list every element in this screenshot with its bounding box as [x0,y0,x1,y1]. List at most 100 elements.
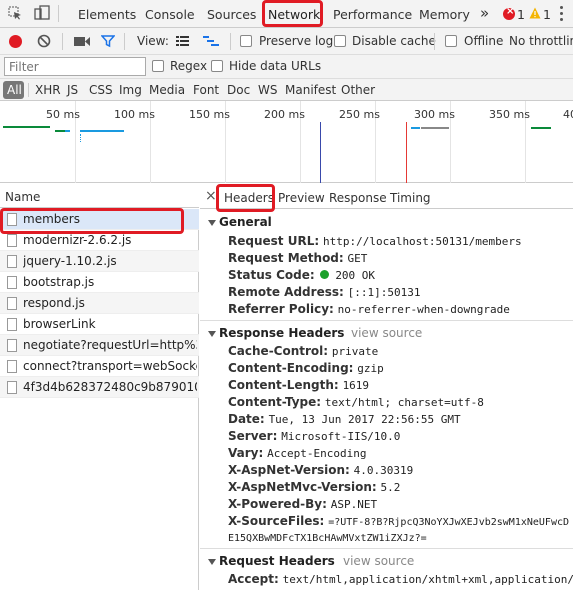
status-ok-icon [320,270,330,279]
file-icon [7,339,17,352]
timeline-request-bar [80,134,81,142]
tab-response[interactable]: Response [329,191,387,205]
timeline-overview[interactable]: 50 ms 100 ms 150 ms 200 ms 250 ms 300 ms… [0,101,573,183]
type-js[interactable]: JS [67,83,78,97]
regex-checkbox[interactable] [152,60,164,72]
view-source-link[interactable]: view source [343,554,414,568]
view-source-link[interactable]: view source [351,326,422,340]
timeline-tick-label: 350 ms [489,108,530,121]
large-rows-icon[interactable] [176,36,189,50]
toolbar-divider [434,33,435,50]
toolbar-divider [58,5,59,22]
response-header-row: Content-Encoding: gzip [228,361,384,375]
request-row[interactable]: respond.js [0,293,199,314]
kebab-menu-icon[interactable] [560,6,564,22]
clear-icon[interactable] [37,34,51,51]
request-name: modernizr-2.6.2.js [23,233,132,247]
requests-column-header[interactable]: Name [0,184,199,208]
tab-timing[interactable]: Timing [390,191,431,205]
timeline-tick-label: 40 [563,108,573,121]
hide-data-urls-label: Hide data URLs [229,59,322,73]
timeline-request-bar [3,126,50,128]
response-header-row: X-Powered-By: ASP.NET [228,497,378,511]
network-toolbar: View: Preserve log Disable cache Offline… [0,28,573,55]
throttling-select[interactable]: No throttling [509,34,573,48]
toolbar-divider [124,33,125,50]
response-header-row: Content-Type: text/html; charset=utf-8 [228,395,484,409]
type-font[interactable]: Font [193,83,219,97]
response-headers-title[interactable]: Response Headers [219,326,344,340]
preserve-log-checkbox[interactable] [240,35,252,47]
request-row[interactable]: 4f3d4b628372480c9b879010d... [0,377,199,398]
collapse-arrow-icon[interactable] [208,559,216,565]
request-header-row: Accept: text/html,application/xhtml+xml,… [228,572,573,586]
file-icon [7,381,17,394]
timeline-request-bar [411,127,420,129]
type-all[interactable]: All [7,83,22,97]
disable-cache-checkbox[interactable] [334,35,346,47]
type-media[interactable]: Media [149,83,185,97]
type-xhr[interactable]: XHR [35,83,61,97]
tab-performance[interactable]: Performance [333,7,412,22]
section-divider [200,548,573,549]
response-header-row-continued: E15QXBwMDFcTX1BcHAwMVxtZW1iZXJz?= [228,533,427,544]
request-row[interactable]: jquery-1.10.2.js [0,251,199,272]
timeline-request-bar [65,130,70,132]
request-row[interactable]: bootstrap.js [0,272,199,293]
devtools-tabbar: Elements Console Sources Network Perform… [0,0,573,28]
type-img[interactable]: Img [119,83,142,97]
file-icon [7,234,17,247]
inspect-element-icon[interactable] [8,6,22,20]
general-section-title[interactable]: General [219,215,272,229]
domcontentloaded-marker [320,122,321,183]
type-other[interactable]: Other [341,83,375,97]
network-highlight-box [262,0,323,27]
tab-elements[interactable]: Elements [78,7,136,22]
warning-count[interactable]: 1 [543,7,551,22]
filter-icon[interactable] [100,34,116,51]
warning-icon [529,7,541,22]
preserve-log-label: Preserve log [259,34,334,48]
request-name: bootstrap.js [23,275,95,289]
error-count[interactable]: 1 [517,7,525,22]
response-header-row: Content-Length: 1619 [228,378,370,392]
filter-input[interactable] [4,57,146,76]
general-row: Request URL: http://localhost:50131/memb… [228,234,522,248]
timeline-request-bar [80,130,124,132]
tab-preview[interactable]: Preview [278,191,325,205]
tab-console[interactable]: Console [145,7,195,22]
timeline-tick-label: 100 ms [114,108,155,121]
response-header-row: Date: Tue, 13 Jun 2017 22:56:55 GMT [228,412,461,426]
type-manifest[interactable]: Manifest [285,83,336,97]
toolbar-divider [230,33,231,50]
tab-memory[interactable]: Memory [419,7,470,22]
collapse-arrow-icon[interactable] [208,331,216,337]
request-row[interactable]: connect?transport=webSocket... [0,356,199,377]
request-headers-title[interactable]: Request Headers [219,554,335,568]
response-header-row: X-SourceFiles: =?UTF-8?B?RjpcQ3NoYXJwXEJ… [228,514,570,528]
capture-screenshots-icon[interactable] [74,36,90,50]
request-row[interactable]: browserLink [0,314,199,335]
response-header-row: Cache-Control: private [228,344,379,358]
more-tabs-button[interactable]: » [480,4,489,22]
collapse-arrow-icon[interactable] [208,220,216,226]
record-icon[interactable] [9,35,22,48]
type-ws[interactable]: WS [258,83,277,97]
file-icon [7,360,17,373]
file-icon [7,276,17,289]
tab-sources[interactable]: Sources [207,7,256,22]
request-row[interactable]: negotiate?requestUrl=http%3A... [0,335,199,356]
request-name: negotiate?requestUrl=http%3A... [23,338,197,352]
offline-checkbox[interactable] [445,35,457,47]
type-doc[interactable]: Doc [227,83,250,97]
device-toolbar-icon[interactable] [34,5,50,21]
toolbar-divider [62,33,63,50]
type-css[interactable]: CSS [89,83,113,97]
filter-bar: Regex Hide data URLs [0,55,573,79]
response-header-row: X-AspNet-Version: 4.0.30319 [228,463,414,477]
waterfall-icon[interactable] [203,36,219,50]
hide-data-urls-checkbox[interactable] [211,60,223,72]
toolbar-divider [28,83,29,97]
name-column-label: Name [5,190,41,204]
close-icon[interactable]: × [205,188,217,204]
